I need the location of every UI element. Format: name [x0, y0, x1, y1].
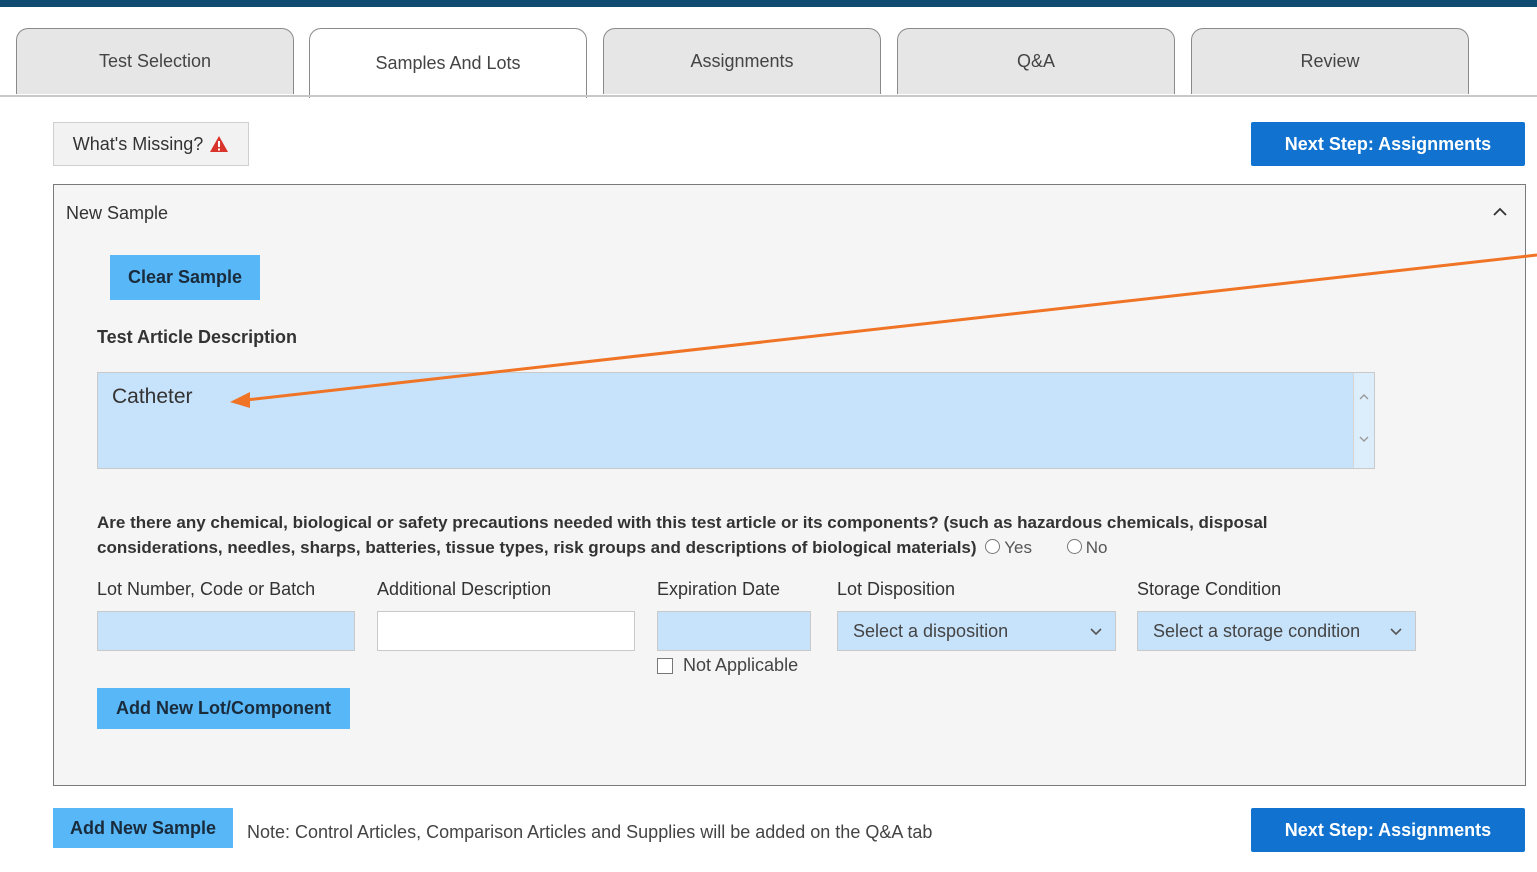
description-scrollbar[interactable] — [1353, 373, 1374, 468]
not-applicable-option[interactable]: Not Applicable — [657, 655, 798, 676]
whats-missing-label: What's Missing? — [72, 133, 204, 154]
precautions-question: Are there any chemical, biological or sa… — [97, 510, 1397, 560]
storage-condition-label: Storage Condition — [1137, 579, 1282, 599]
scroll-up-icon[interactable] — [1358, 391, 1370, 403]
tab-samples-and-lots[interactable]: Samples And Lots — [309, 28, 587, 98]
tab-review[interactable]: Review — [1191, 28, 1469, 94]
lot-disposition-label: Lot Disposition — [837, 579, 956, 599]
no-radio-label: No — [1085, 538, 1108, 557]
add-sample-button[interactable]: Add New Sample — [53, 808, 233, 848]
footer-note: Note: Control Articles, Comparison Artic… — [247, 822, 933, 842]
yes-radio-label: Yes — [1004, 538, 1033, 557]
tab-assignments[interactable]: Assignments — [603, 28, 881, 94]
chevron-down-icon — [1390, 628, 1402, 636]
new-sample-panel: New Sample Clear Sample Test Article Des… — [53, 184, 1526, 786]
whats-missing-button[interactable]: What's Missing? — [53, 122, 249, 166]
no-radio[interactable] — [1066, 539, 1082, 554]
chevron-down-icon — [1090, 628, 1102, 636]
next-step-button-top[interactable]: Next Step: Assignments — [1251, 122, 1525, 166]
description-textarea[interactable]: Catheter — [98, 373, 1354, 468]
warning-triangle-icon — [209, 135, 229, 153]
expiration-date-label: Expiration Date — [657, 579, 781, 599]
chevron-up-icon[interactable] — [1491, 203, 1509, 221]
not-applicable-checkbox[interactable] — [657, 657, 673, 674]
step-tabs: Test Selection Samples And Lots Assignme… — [0, 28, 1537, 98]
clear-sample-button[interactable]: Clear Sample — [110, 255, 260, 300]
add-lot-button[interactable]: Add New Lot/Component — [97, 688, 350, 729]
expiration-date-input[interactable] — [657, 611, 811, 651]
lot-disposition-value: Select a disposition — [853, 620, 1009, 641]
additional-description-label: Additional Description — [377, 579, 552, 599]
storage-condition-select[interactable]: Select a storage condition — [1137, 611, 1416, 651]
description-field-wrapper: Catheter — [97, 372, 1375, 469]
yes-radio[interactable] — [985, 539, 1001, 554]
top-accent-bar — [0, 0, 1537, 7]
description-label: Test Article Description — [97, 327, 298, 347]
not-applicable-label: Not Applicable — [683, 655, 799, 675]
lot-number-input[interactable] — [97, 611, 355, 651]
precautions-radio-group: Yes No — [981, 538, 1133, 557]
tab-test-selection[interactable]: Test Selection — [16, 28, 294, 94]
lot-number-label: Lot Number, Code or Batch — [97, 579, 316, 599]
scroll-down-icon[interactable] — [1358, 433, 1370, 445]
storage-condition-value: Select a storage condition — [1153, 620, 1361, 641]
tabs-divider — [0, 95, 1537, 97]
tab-qa[interactable]: Q&A — [897, 28, 1175, 94]
next-step-button-bottom[interactable]: Next Step: Assignments — [1251, 808, 1525, 852]
lot-disposition-select[interactable]: Select a disposition — [837, 611, 1116, 651]
additional-description-input[interactable] — [377, 611, 635, 651]
panel-title: New Sample — [66, 203, 169, 223]
